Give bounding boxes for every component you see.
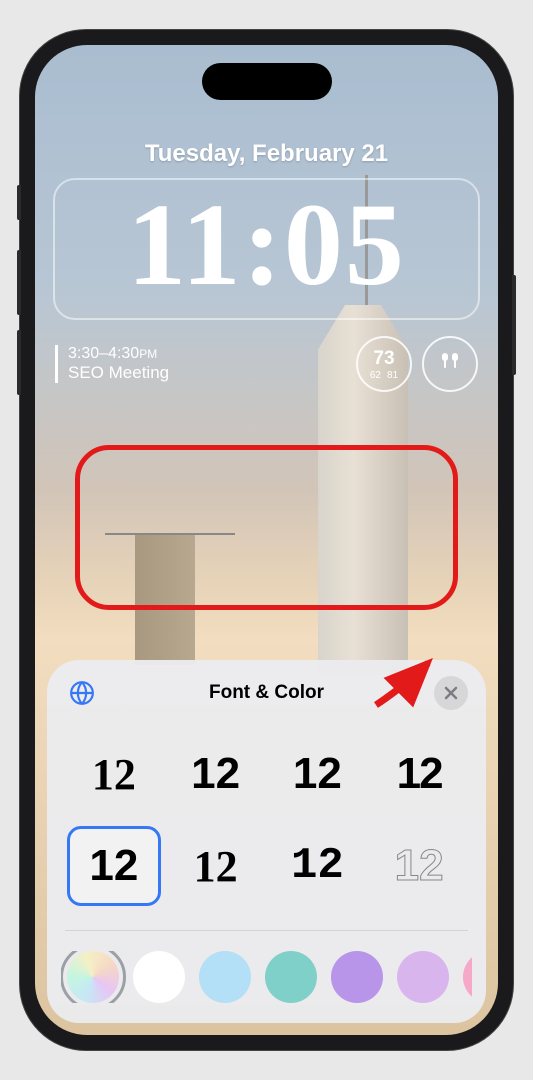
color-row: [61, 951, 472, 1003]
calendar-widget[interactable]: 3:30–4:30PM SEO Meeting: [55, 345, 169, 383]
weather-high: 81: [387, 370, 398, 381]
font-option-7[interactable]: 12: [372, 826, 466, 906]
font-option-3[interactable]: 12: [372, 734, 466, 814]
color-swatch-white[interactable]: [133, 951, 185, 1003]
dynamic-island: [202, 63, 332, 100]
lockscreen-date[interactable]: Tuesday, February 21: [35, 140, 498, 168]
close-button[interactable]: [434, 676, 468, 710]
font-option-1[interactable]: 12: [169, 734, 263, 814]
color-swatch-lightblue[interactable]: [199, 951, 251, 1003]
panel-title: Font & Color: [209, 682, 324, 704]
meeting-time: 3:30–4:30: [68, 345, 139, 362]
color-swatch-lavender[interactable]: [397, 951, 449, 1003]
globe-icon[interactable]: [65, 676, 99, 710]
meeting-ampm: PM: [139, 347, 157, 361]
font-option-0[interactable]: 12: [67, 734, 161, 814]
close-icon: [444, 686, 458, 700]
lockscreen-time-container[interactable]: 11:05: [53, 178, 480, 320]
divider: [65, 930, 468, 931]
weather-low: 62: [370, 370, 381, 381]
volume-up-button: [17, 250, 21, 315]
airpods-icon: [438, 349, 462, 379]
font-option-5[interactable]: 12: [169, 826, 263, 906]
volume-down-button: [17, 330, 21, 395]
font-grid: 12 12 12 12 12 12 12 12: [61, 734, 472, 906]
widgets-row[interactable]: 3:30–4:30PM SEO Meeting 73 62 81: [55, 336, 478, 392]
phone-frame: Tuesday, February 21 11:05 3:30–4:30PM S…: [20, 30, 513, 1050]
font-option-6[interactable]: 12: [271, 826, 365, 906]
color-swatch-pink[interactable]: [463, 951, 472, 1003]
side-button: [512, 275, 516, 375]
color-swatch-gradient[interactable]: [67, 951, 119, 1003]
lockscreen-time: 11:05: [65, 186, 468, 304]
font-color-panel: Font & Color 12 12 12 12 12 12 12 12: [47, 660, 486, 1023]
color-swatch-purple[interactable]: [331, 951, 383, 1003]
color-swatch-teal[interactable]: [265, 951, 317, 1003]
weather-widget[interactable]: 73 62 81: [356, 336, 412, 392]
annotation-highlight-box: [75, 445, 458, 610]
meeting-title: SEO Meeting: [68, 363, 169, 383]
font-option-4[interactable]: 12: [67, 826, 161, 906]
weather-temp: 73: [373, 348, 394, 370]
phone-screen: Tuesday, February 21 11:05 3:30–4:30PM S…: [35, 45, 498, 1035]
silent-switch: [17, 185, 21, 220]
airpods-battery-widget[interactable]: [422, 336, 478, 392]
font-option-2[interactable]: 12: [271, 734, 365, 814]
